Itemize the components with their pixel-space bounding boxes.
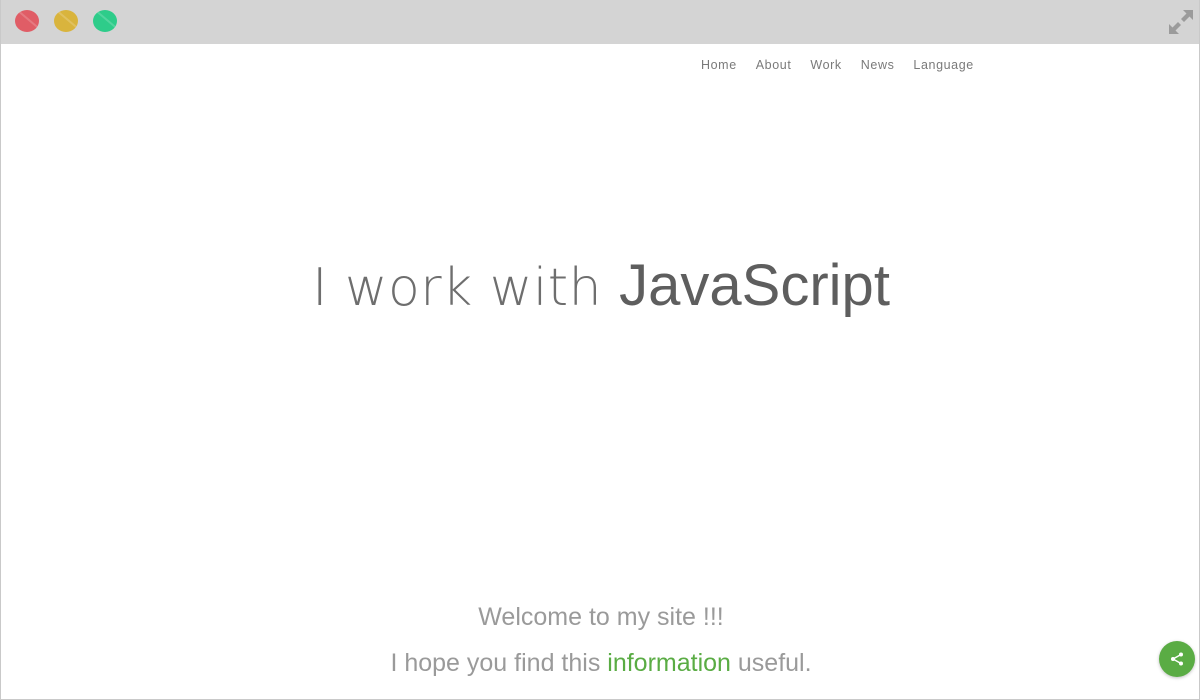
- hero-prefix: I work with: [312, 258, 620, 318]
- close-window-button[interactable]: [15, 10, 39, 32]
- minimize-window-button[interactable]: [54, 10, 78, 32]
- expand-arrows-icon: [1169, 10, 1193, 34]
- nav-language-link[interactable]: Language: [913, 58, 973, 74]
- welcome-line: Welcome to my site !!!: [478, 603, 724, 631]
- zoom-window-button[interactable]: [93, 10, 117, 32]
- tagline-before: I hope you find this: [390, 649, 608, 677]
- tagline-after: useful.: [730, 649, 812, 677]
- tagline: I hope you find this information useful.: [1, 649, 1199, 678]
- window-titlebar: [1, 0, 1199, 44]
- share-button[interactable]: [1159, 641, 1195, 677]
- main-nav: Home About Work News Language: [701, 58, 993, 74]
- nav-home-link[interactable]: Home: [701, 58, 737, 74]
- share-icon: [1171, 652, 1183, 666]
- nav-news-link[interactable]: News: [861, 58, 895, 74]
- browser-window: Home About Work News Language I work wit…: [0, 0, 1200, 700]
- tagline-accent: information: [607, 649, 731, 677]
- nav-about-link[interactable]: About: [756, 58, 792, 74]
- nav-work-link[interactable]: Work: [810, 58, 841, 74]
- fullscreen-button[interactable]: [1167, 8, 1195, 36]
- hero-heading: I work with JavaScript: [1, 250, 1199, 324]
- hero-highlight: JavaScript: [619, 253, 890, 318]
